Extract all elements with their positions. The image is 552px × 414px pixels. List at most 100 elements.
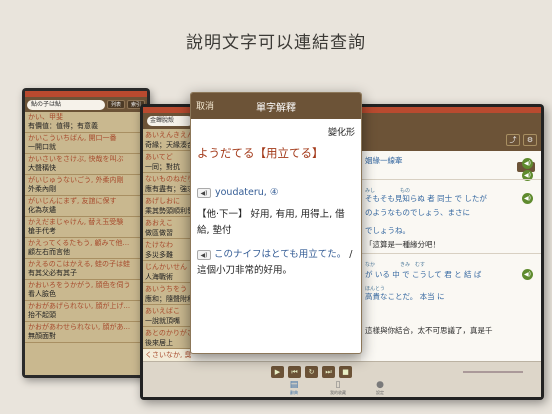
- list-item-meaning: 一開口就: [28, 143, 56, 151]
- word-list: かい、甲斐 有價值：值得；有意義 かいこういちばん, 開口一番 一開口就 かいさいをさけ…: [25, 112, 147, 343]
- speaker-icon[interactable]: ◀): [197, 249, 211, 260]
- next-icon[interactable]: ⏭: [322, 366, 335, 378]
- list-item-kana: がいじんにまず, 友誼に保す: [28, 197, 117, 205]
- search-input[interactable]: 鮎の子は鮎: [27, 99, 105, 110]
- detail-pane: ⤴ ⚙ ··· 姻緣一線牽 ◀) ◀) みし もの そもそも見知らぬ 者 同士 …: [361, 129, 541, 397]
- list-item-meaning: 後來居上: [145, 339, 173, 347]
- list-item[interactable]: がいじんにまず, 友誼に保す 化為灰燼: [25, 196, 147, 217]
- list-item-meaning: 人海戰術: [145, 273, 173, 281]
- list-item-kana: かいこういちばん, 開口一番: [28, 134, 117, 142]
- tab-favorites[interactable]: ▯ 我的收藏: [323, 380, 353, 396]
- list-item-kana: かおいろをうかがう, 顔色を伺う: [28, 281, 131, 289]
- list-item-kana: かおがあわせられない, 顔があ...: [28, 323, 131, 331]
- list-item-meaning: 顧左右而言他: [28, 248, 70, 256]
- speaker-icon[interactable]: ◀): [522, 269, 533, 280]
- example-line: 姻緣一線牽: [365, 156, 403, 165]
- word-list: あいえんきえん 奇緣；天緣湊合 あいてど 一同；對抗 ないものねだり 應有盡有；強求 あげし…: [143, 129, 191, 397]
- list-item-kana: あげしおに: [145, 197, 180, 205]
- back-toolbar: 鮎の子は鮎 列表 索引: [25, 97, 147, 112]
- list-item-kana: あいえんきえん: [145, 131, 191, 139]
- tab-settings[interactable]: ● 設定: [365, 380, 395, 396]
- list-item[interactable]: かえってくるたもう, 顧みて他... 顧左右而言他: [25, 238, 147, 259]
- list-item[interactable]: あいえんきえん 奇緣；天緣湊合: [143, 129, 191, 151]
- list-item[interactable]: がいじゅうないごう, 外柔内剛 外柔內剛: [25, 175, 147, 196]
- list-item-meaning: 應有盡有；強求: [145, 185, 191, 193]
- pronunciation: ◀) youdateru, ④: [197, 187, 278, 198]
- list-item[interactable]: たけなわ 多災多難: [143, 239, 191, 261]
- list-item[interactable]: かおいろをうかがう, 顔色を伺う 看人臉色: [25, 280, 147, 301]
- tab-dictionary[interactable]: ▤ 辭典: [279, 380, 309, 396]
- popup-body: 變化形 ようだてる【用立てる】 ◀) youdateru, ④ 【他·下一】 好…: [191, 119, 361, 353]
- list-item[interactable]: かえるのこはかえる, 蛙の子は蛙 有其父必有其子: [25, 259, 147, 280]
- popup-title: 單字解釋: [256, 103, 296, 114]
- list-item-kana: じんかいせん: [145, 263, 187, 271]
- search-input[interactable]: 金蟬脫殼: [147, 116, 193, 126]
- list-item[interactable]: あいえばこ 一說就頂嘴: [143, 305, 191, 327]
- list-item[interactable]: かいこういちばん, 開口一番 一開口就: [25, 133, 147, 154]
- list-item[interactable]: あおえこ 做區做習: [143, 217, 191, 239]
- repeat-icon[interactable]: ↻: [305, 366, 318, 378]
- example-line: のようなものでしょう、まさに: [365, 208, 470, 217]
- list-item[interactable]: あげしおに乘其勢頭順利發展: [143, 195, 191, 217]
- list-item[interactable]: かおがあげられない, 顔が上げ... 抬不起頭: [25, 301, 147, 322]
- list-item[interactable]: ないものねだり 應有盡有；強求: [143, 173, 191, 195]
- list-item-meaning: 做區做習: [145, 229, 173, 237]
- list-item-kana: かえってくるたもう, 顧みて他...: [28, 239, 130, 247]
- headword: ようだてる【用立てる】: [197, 146, 324, 160]
- list-item-kana: あとのかりがさきに: [145, 329, 191, 337]
- example-sentence: ◀) このナイフはとても用立てた。 / 這個小刀非常的好用。: [197, 247, 357, 279]
- definition-text[interactable]: 【他·下一】 好用, 有用, 用得上, 借給, 墊付: [197, 207, 355, 239]
- bottom-bar: ▶ ⏮ ↻ ⏭ ■ ▤ 辭典 ▯ 我的收藏 ● 設定: [143, 361, 541, 397]
- list-item-meaning: 看人臉色: [28, 290, 56, 298]
- list-item[interactable]: かい、甲斐 有價值：值得；有意義: [25, 112, 147, 133]
- list-item-meaning: 一同；對抗: [145, 163, 180, 171]
- progress-slider[interactable]: [463, 371, 523, 373]
- list-item[interactable]: かおがあわせられない, 顔があ... 無顏面對: [25, 322, 147, 343]
- list-item[interactable]: あいてど 一同；對抗: [143, 151, 191, 173]
- list-item[interactable]: かいさいをさけぶ, 快哉を叫ぶ 大聲稱快: [25, 154, 147, 175]
- example-line: でしょうね。: [365, 226, 410, 235]
- pronunciation-text: youdateru, ④: [215, 187, 279, 198]
- gear-icon[interactable]: ⚙: [523, 134, 537, 146]
- share-icon[interactable]: ⤴: [506, 134, 520, 146]
- list-item[interactable]: あいうちをう 應和；隨聲附和: [143, 283, 191, 305]
- list-item-kana: くさいなか, 臭い仲: [145, 351, 191, 359]
- list-item[interactable]: あとのかりがさきに後來居上: [143, 327, 191, 349]
- list-item-kana: かおがあげられない, 顔が上げ...: [28, 302, 131, 310]
- list-item-kana: あいうちをう: [145, 285, 187, 293]
- list-item-meaning: 乘其勢頭順利發展: [145, 207, 191, 215]
- list-item-meaning: 有其父必有其子: [28, 269, 77, 277]
- inflection-link[interactable]: 變化形: [328, 125, 355, 138]
- list-item-kana: かい、甲斐: [28, 113, 63, 121]
- play-icon[interactable]: ▶: [271, 366, 284, 378]
- book-icon: ▤: [289, 380, 299, 390]
- list-item-kana: がいじゅうないごう, 外柔内剛: [28, 176, 124, 184]
- speaker-icon[interactable]: ◀): [522, 193, 533, 204]
- list-item-meaning: 化為灰燼: [28, 206, 56, 214]
- example-line: なか きみ むす: [365, 262, 426, 268]
- list-item-meaning: 有價值：值得；有意義: [28, 122, 98, 130]
- prev-icon[interactable]: ⏮: [288, 366, 301, 378]
- list-item-kana: かえるのこはかえる, 蛙の子は蛙: [28, 260, 131, 268]
- list-item-kana: あおえこ: [145, 219, 173, 227]
- example-line: 高貴なことだ。 本当 に: [365, 292, 445, 301]
- back-screen: 鮎の子は鮎 列表 索引 かい、甲斐 有價值：值得；有意義 かいこういちばん, 開口一…: [25, 91, 147, 375]
- speaker-icon[interactable]: ◀): [197, 187, 211, 198]
- list-item[interactable]: じんかいせん 人海戰術: [143, 261, 191, 283]
- mic-icon: ●: [376, 380, 384, 390]
- bookmark-icon: ▯: [335, 380, 341, 390]
- stop-icon[interactable]: ■: [339, 366, 352, 378]
- list-item-meaning: 無顏面對: [28, 332, 56, 340]
- list-item[interactable]: かえだまじゃけん, 替え玉受験 槍手代考: [25, 217, 147, 238]
- back-ipad: 鮎の子は鮎 列表 索引 かい、甲斐 有價值：值得；有意義 かいこういちばん, 開口一…: [22, 88, 150, 378]
- list-item-kana: たけなわ: [145, 241, 173, 249]
- list-button[interactable]: 列表: [106, 100, 125, 109]
- list-item-meaning: 大聲稱快: [28, 164, 56, 172]
- list-item-meaning: 抬不起頭: [28, 311, 56, 319]
- example-line: が いる 中 で こうして 君 と 結 ば: [365, 270, 482, 279]
- example-line: そもそも見知らぬ 者 同士 で したが: [365, 194, 487, 203]
- speaker-icon[interactable]: ◀): [522, 158, 533, 169]
- example-line: 這樣與你結合，太不可思議了，真是千: [365, 326, 493, 335]
- headline: 說明文字可以連結查詢: [186, 33, 366, 53]
- list-item-kana: かいさいをさけぶ, 快哉を叫ぶ: [28, 155, 124, 163]
